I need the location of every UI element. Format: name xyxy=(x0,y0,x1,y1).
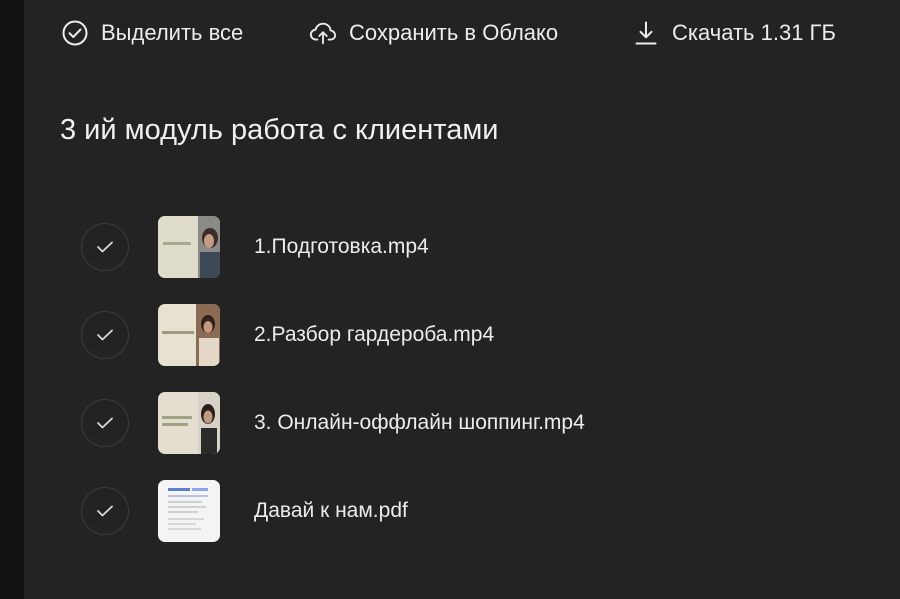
file-row[interactable]: 3. Онлайн-оффлайн шоппинг.mp4 xyxy=(24,392,900,456)
video-thumbnail xyxy=(158,392,220,454)
file-name: 3. Онлайн-оффлайн шоппинг.mp4 xyxy=(254,411,585,434)
check-icon xyxy=(97,505,113,517)
cloud-upload-icon xyxy=(309,19,337,47)
video-thumbnail xyxy=(158,216,220,278)
save-to-cloud-label: Сохранить в Облако xyxy=(349,20,559,45)
download-label: Скачать 1.31 ГБ xyxy=(672,20,836,45)
file-checkbox[interactable] xyxy=(81,223,129,271)
file-name: 1.Подготовка.mp4 xyxy=(254,235,429,258)
file-name: Давай к нам.pdf xyxy=(254,499,408,522)
download-icon xyxy=(632,19,660,47)
file-row[interactable]: Давай к нам.pdf xyxy=(24,480,900,544)
folder-title: 3 ий модуль работа с клиентами xyxy=(60,114,499,146)
check-circle-icon xyxy=(61,19,89,47)
file-row[interactable]: 2.Разбор гардероба.mp4 xyxy=(24,304,900,368)
video-thumbnail xyxy=(158,304,220,366)
file-row[interactable]: 1.Подготовка.mp4 xyxy=(24,216,900,280)
left-edge xyxy=(0,0,24,599)
file-panel: Выделить все Сохранить в Облако Скачать … xyxy=(24,0,900,599)
check-icon xyxy=(97,241,113,253)
check-icon xyxy=(97,329,113,341)
save-to-cloud-button[interactable]: Сохранить в Облако xyxy=(309,16,558,50)
file-checkbox[interactable] xyxy=(81,311,129,359)
pdf-thumbnail xyxy=(158,480,220,542)
file-name: 2.Разбор гардероба.mp4 xyxy=(254,323,495,346)
check-icon xyxy=(97,417,113,429)
select-all-label: Выделить все xyxy=(101,20,244,45)
file-checkbox[interactable] xyxy=(81,399,129,447)
download-button[interactable]: Скачать 1.31 ГБ xyxy=(632,16,836,50)
toolbar: Выделить все Сохранить в Облако Скачать … xyxy=(24,0,900,66)
file-checkbox[interactable] xyxy=(81,487,129,535)
select-all-button[interactable]: Выделить все xyxy=(61,16,243,50)
